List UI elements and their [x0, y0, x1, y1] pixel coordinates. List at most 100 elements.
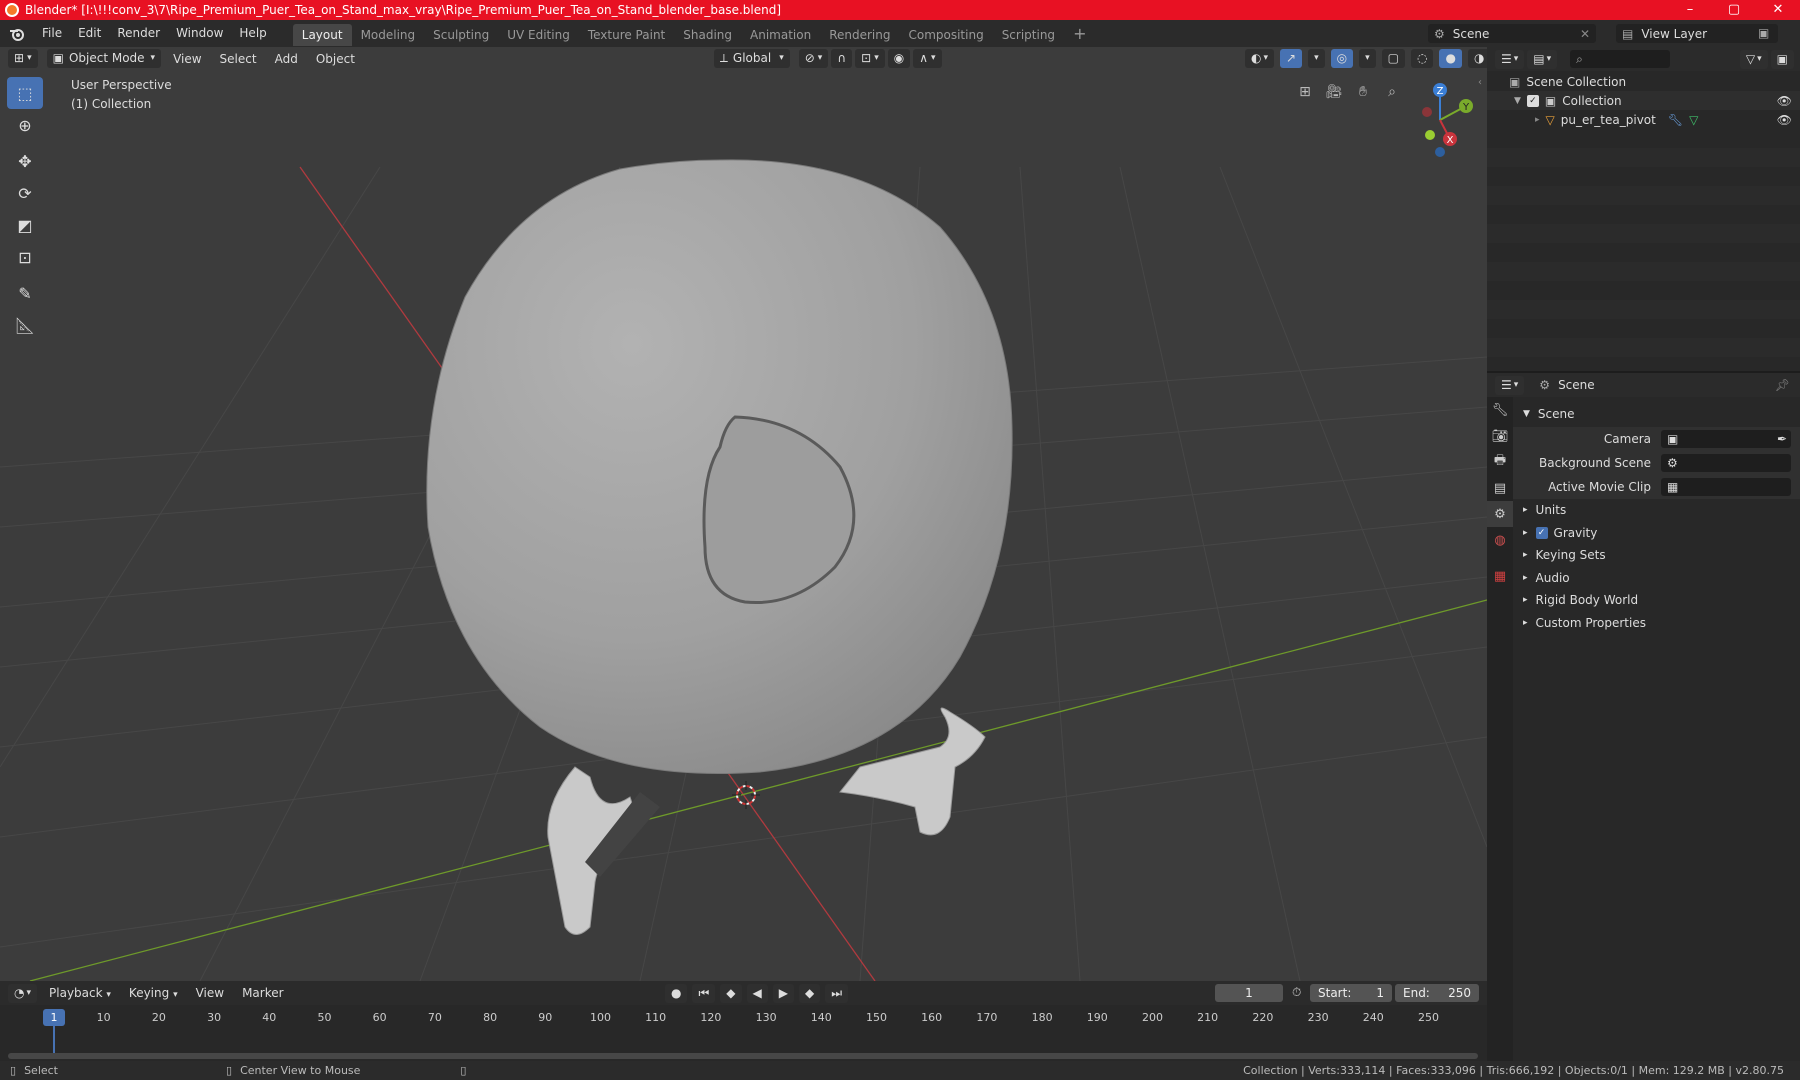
tab-scene[interactable]: ⚙ [1487, 501, 1513, 527]
sidebar-toggle-icon[interactable]: ‹ [1478, 77, 1482, 88]
properties-editor-type-button[interactable]: ☰ ▾ [1495, 375, 1525, 395]
active-movie-clip-field[interactable]: ▦ [1661, 478, 1791, 496]
select-box-tool[interactable]: ⬚ [7, 77, 43, 109]
playhead[interactable]: 1 [43, 1009, 65, 1026]
audio-panel-header[interactable]: ▸ Audio [1523, 571, 1570, 585]
custom-properties-panel-header[interactable]: ▸ Custom Properties [1523, 616, 1646, 630]
close-button[interactable]: ✕ [1756, 0, 1800, 20]
transform-orientation-dropdown[interactable]: ⟂ Global ▾ [713, 49, 790, 68]
tab-output[interactable]: 🖶 [1487, 449, 1513, 475]
editor-type-button[interactable]: ⊞ ▾ [8, 49, 38, 68]
tab-scripting[interactable]: Scripting [993, 24, 1064, 46]
snap-target-dropdown[interactable]: ⊡ ▾ [855, 49, 885, 68]
close-icon[interactable]: ✕ [1580, 27, 1590, 41]
tab-texture-paint[interactable]: Texture Paint [579, 24, 674, 46]
timeline-menu-marker[interactable]: Marker [233, 986, 292, 1000]
overlay-toggle[interactable]: ◎ [1330, 49, 1354, 68]
menu-render[interactable]: Render [109, 20, 168, 47]
snap-toggle[interactable]: ∩ [831, 49, 853, 68]
minimize-button[interactable]: – [1668, 0, 1712, 20]
blender-menu-icon[interactable] [8, 25, 26, 43]
start-frame-field[interactable]: Start: 1 [1310, 984, 1392, 1002]
menu-window[interactable]: Window [168, 20, 231, 47]
new-view-layer-icon[interactable]: ▣ [1758, 26, 1769, 40]
3d-viewport[interactable]: ⊞ ▾ ▣ Object Mode ▾ View Select Add Object … [0, 47, 1487, 981]
tab-render[interactable]: 📷︎ [1487, 423, 1513, 449]
timeline-menu-view[interactable]: View [187, 986, 233, 1000]
visibility-dropdown[interactable]: ◐ ▾ [1245, 49, 1275, 68]
tab-texture[interactable]: ▦ [1487, 563, 1513, 589]
menu-edit[interactable]: Edit [70, 20, 109, 47]
rotate-tool[interactable]: ⟳ [7, 177, 43, 209]
navigation-gizmo[interactable]: Z Y X [1400, 80, 1480, 160]
display-mode-dropdown[interactable]: ▤ ▾ [1527, 49, 1558, 69]
current-frame-field[interactable]: 1 [1215, 984, 1283, 1002]
background-scene-field[interactable]: ⚙ [1661, 454, 1791, 472]
visibility-eye-icon[interactable]: 👁︎ [1777, 94, 1792, 108]
outliner-search-input[interactable]: ⌕ [1570, 50, 1671, 68]
stopwatch-icon[interactable]: ⏱ [1292, 985, 1301, 1000]
tab-animation[interactable]: Animation [741, 24, 820, 46]
outliner-editor-type-button[interactable]: ☰ ▾ [1495, 49, 1525, 69]
gizmo-toggle[interactable]: ↗ [1280, 49, 1303, 68]
play-button[interactable]: ▶ [772, 984, 794, 1003]
viewport-menu-select[interactable]: Select [211, 52, 266, 66]
keying-sets-panel-header[interactable]: ▸ Keying Sets [1523, 548, 1606, 562]
end-frame-field[interactable]: End: 250 [1395, 984, 1479, 1002]
rigid-body-world-panel-header[interactable]: ▸ Rigid Body World [1523, 593, 1638, 607]
menu-file[interactable]: File [34, 20, 70, 47]
tab-uv-editing[interactable]: UV Editing [498, 24, 579, 46]
tab-modeling[interactable]: Modeling [352, 24, 425, 46]
outliner-row-collection[interactable]: ▼ ✓ ▣ Collection 👁︎ [1487, 91, 1800, 110]
viewport-menu-view[interactable]: View [164, 52, 210, 66]
collection-checkbox[interactable]: ✓ [1526, 94, 1539, 107]
play-reverse-button[interactable]: ◀ [746, 984, 768, 1003]
transform-tool[interactable]: ⊡ [7, 241, 43, 273]
tab-sculpting[interactable]: Sculpting [424, 24, 498, 46]
proportional-falloff-dropdown[interactable]: ∧ ▾ [913, 49, 942, 68]
jump-start-button[interactable]: ⏮ [692, 984, 716, 1003]
pan-view-button[interactable]: ✋︎ [1351, 80, 1375, 104]
tab-rendering[interactable]: Rendering [820, 24, 899, 46]
tab-shading[interactable]: Shading [674, 24, 741, 46]
proportional-edit-toggle[interactable]: ◉ [887, 49, 911, 68]
prev-keyframe-button[interactable]: ◆ [720, 984, 742, 1003]
annotate-tool[interactable]: ✎ [7, 277, 43, 309]
scale-tool[interactable]: ◩ [7, 209, 43, 241]
pivot-point-dropdown[interactable]: ⊘ ▾ [798, 49, 829, 68]
jump-end-button[interactable]: ⏭ [825, 984, 849, 1003]
xray-toggle[interactable]: ▢ [1381, 49, 1405, 68]
tab-compositing[interactable]: Compositing [899, 24, 992, 46]
camera-field[interactable]: ▣ ✒ [1661, 430, 1791, 448]
record-button[interactable]: ● [665, 984, 688, 1003]
gizmo-dropdown[interactable]: ▾ [1308, 49, 1325, 68]
overlay-dropdown[interactable]: ▾ [1359, 49, 1376, 68]
shading-material-button[interactable]: ◑ [1467, 49, 1487, 68]
mode-dropdown[interactable]: ▣ Object Mode ▾ [46, 49, 162, 68]
move-tool[interactable]: ✥ [7, 145, 43, 177]
scene-panel-header[interactable]: ▼ Scene [1523, 407, 1575, 421]
eyedropper-icon[interactable]: ✒ [1777, 432, 1787, 446]
gravity-checkbox[interactable]: ✓ [1535, 527, 1548, 539]
expand-arrow-icon[interactable]: ▼ [1514, 96, 1521, 106]
camera-view-button[interactable]: 🎥︎ [1322, 80, 1346, 104]
measure-tool[interactable]: 📐︎ [7, 309, 43, 341]
gravity-panel-header[interactable]: ▸ ✓ Gravity [1523, 526, 1597, 540]
tab-tool[interactable]: 🔧︎ [1487, 397, 1513, 423]
shading-wireframe-button[interactable]: ◌ [1410, 49, 1434, 68]
new-collection-button[interactable]: ▣ [1770, 49, 1794, 69]
view-layer-selector[interactable]: ▤ View Layer [1616, 24, 1778, 43]
timeline-editor-type-button[interactable]: ◔ ▾ [8, 983, 38, 1003]
add-workspace-button[interactable]: + [1064, 24, 1095, 43]
viewport-menu-add[interactable]: Add [266, 52, 307, 66]
units-panel-header[interactable]: ▸ Units [1523, 503, 1566, 517]
timeline-scrollbar[interactable] [8, 1053, 1478, 1059]
toggle-grid-view-button[interactable]: ⊞ [1293, 80, 1317, 104]
pin-icon[interactable]: 📌︎ [1775, 378, 1790, 392]
outliner-filter-dropdown[interactable]: ▽ ▾ [1739, 49, 1768, 69]
outliner-row-object[interactable]: ▸ ▽ pu_er_tea_pivot 🔧︎ ▽ 👁︎ [1487, 110, 1800, 129]
viewport-menu-object[interactable]: Object [307, 52, 364, 66]
next-keyframe-button[interactable]: ◆ [799, 984, 821, 1003]
scene-selector[interactable]: ⚙ Scene ✕ [1428, 24, 1596, 43]
expand-arrow-icon[interactable]: ▸ [1535, 115, 1540, 125]
